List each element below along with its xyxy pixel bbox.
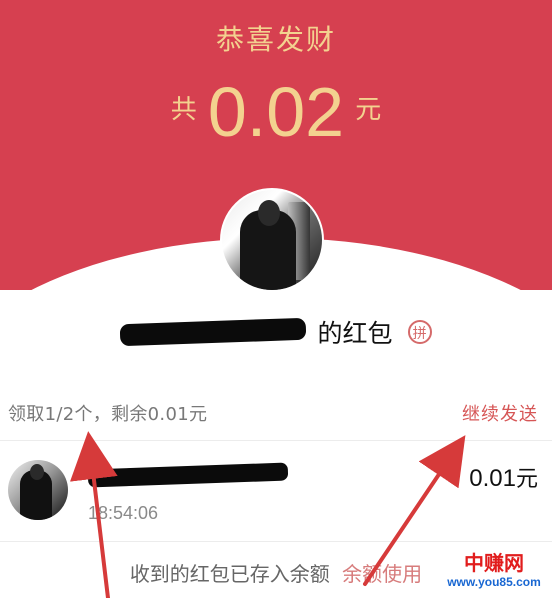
watermark-brand: 中赚网 xyxy=(464,551,524,575)
watermark-url: www.you85.com xyxy=(447,575,541,589)
redacted-receiver-name xyxy=(88,462,289,488)
site-watermark: 中赚网 www.you85.com xyxy=(442,552,546,596)
receiver-amount: 0.01元 xyxy=(469,461,538,493)
redacted-sender-name xyxy=(120,317,307,347)
receiver-amount-value: 0.01 xyxy=(469,465,516,492)
amount-prefix: 共 xyxy=(170,95,197,125)
receiver-amount-unit: 元 xyxy=(515,467,538,492)
avatar-head-shape xyxy=(258,200,280,226)
receiver-avatar-icon[interactable] xyxy=(8,460,68,520)
balance-use-link[interactable]: 余额使用 xyxy=(342,562,422,586)
receiver-name xyxy=(88,455,296,493)
sender-line: 的红包 拼 xyxy=(0,314,552,350)
claim-summary: 领取1/2个，剩余0.01元 xyxy=(8,404,208,425)
sender-suffix: 的红包 xyxy=(317,319,393,348)
deposit-message: 收到的红包已存入余额 xyxy=(129,562,330,586)
sender-avatar-icon[interactable] xyxy=(220,188,324,292)
amount-value: 0.02 xyxy=(207,73,345,151)
continue-send-button[interactable]: 继续发送 xyxy=(462,400,538,426)
group-badge-icon: 拼 xyxy=(407,320,432,344)
receiver-avatar-head-shape xyxy=(30,464,44,480)
page-title: 恭喜发财 xyxy=(215,23,336,56)
total-amount: 共 0.02 元 xyxy=(0,72,552,152)
amount-unit: 元 xyxy=(355,95,382,125)
receiver-row[interactable]: 18:54:06 0.01元 xyxy=(0,441,552,542)
red-envelope-screen: 恭喜发财 共 0.02 元 的红包 拼 领取1/2个，剩余0.01元 继续发送 … xyxy=(0,0,552,598)
claim-status-bar: 领取1/2个，剩余0.01元 继续发送 xyxy=(0,388,552,441)
receiver-time: 18:54:06 xyxy=(88,503,159,523)
